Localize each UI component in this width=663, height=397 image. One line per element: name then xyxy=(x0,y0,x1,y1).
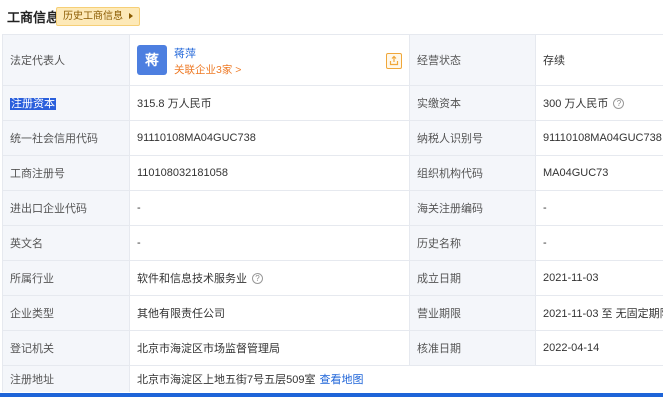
label-cell: 历史名称 xyxy=(409,225,536,261)
table-row: 注册地址 北京市海淀区上地五街7号五层509室 查看地图 xyxy=(2,365,663,392)
related-companies-link[interactable]: 关联企业3家 > xyxy=(174,62,241,77)
question-circle-icon[interactable]: ? xyxy=(252,273,263,284)
label-cell: 英文名 xyxy=(2,225,130,261)
value-cell: 其他有限责任公司 xyxy=(129,295,410,331)
label-cell: 工商注册号 xyxy=(2,155,130,191)
industry-value: 软件和信息技术服务业 xyxy=(137,273,247,285)
value-cell: 300 万人民币? xyxy=(535,85,663,121)
label-cell: 注册资本 xyxy=(2,85,130,121)
label-cell: 统一社会信用代码 xyxy=(2,120,130,156)
label-cell: 海关注册编码 xyxy=(409,190,536,226)
label-cell: 法定代表人 xyxy=(2,34,130,86)
table-row: 法定代表人 蒋 蒋萍 关联企业3家 > 经营状态 存续 xyxy=(2,34,663,86)
view-map-link[interactable]: 查看地图 xyxy=(319,374,363,386)
label-cell: 所属行业 xyxy=(2,260,130,296)
value-cell: - xyxy=(129,225,410,261)
label-cell: 企业类型 xyxy=(2,295,130,331)
history-info-label: 历史工商信息 xyxy=(63,11,123,22)
paid-capital-value: 300 万人民币 xyxy=(543,98,609,110)
share-icon[interactable] xyxy=(386,53,402,69)
value-cell: 110108032181058 xyxy=(129,155,410,191)
label-cell: 成立日期 xyxy=(409,260,536,296)
value-cell: 北京市海淀区上地五街7号五层509室 查看地图 xyxy=(129,365,663,392)
business-info-table: 法定代表人 蒋 蒋萍 关联企业3家 > 经营状态 存续 注册资本 315.8 万… xyxy=(2,34,663,392)
history-info-button[interactable]: 历史工商信息 xyxy=(56,7,140,26)
caret-right-icon xyxy=(129,13,133,19)
label-cell: 注册地址 xyxy=(2,365,130,392)
label-cell: 组织机构代码 xyxy=(409,155,536,191)
value-cell: 91110108MA04GUC738 xyxy=(535,120,663,156)
value-cell: 315.8 万人民币 xyxy=(129,85,410,121)
table-row: 英文名 - 历史名称 - xyxy=(2,225,663,261)
avatar[interactable]: 蒋 xyxy=(137,45,167,75)
bottom-accent-bar xyxy=(0,393,663,397)
value-cell: 北京市海淀区市场监督管理局 xyxy=(129,330,410,366)
legal-rep-name-link[interactable]: 蒋萍 xyxy=(174,45,196,61)
table-row: 企业类型 其他有限责任公司 营业期限 2021-11-03 至 无固定期限 xyxy=(2,295,663,331)
value-cell: 软件和信息技术服务业? xyxy=(129,260,410,296)
label-cell: 经营状态 xyxy=(409,34,536,86)
label-cell: 纳税人识别号 xyxy=(409,120,536,156)
section-title: 工商信息 xyxy=(7,10,60,25)
highlighted-label: 注册资本 xyxy=(10,98,56,110)
table-row: 工商注册号 110108032181058 组织机构代码 MA04GUC73 xyxy=(2,155,663,191)
value-cell: 91110108MA04GUC738 xyxy=(129,120,410,156)
label-cell: 登记机关 xyxy=(2,330,130,366)
label-cell: 营业期限 xyxy=(409,295,536,331)
address-value: 北京市海淀区上地五街7号五层509室 xyxy=(137,374,316,386)
table-row: 进出口企业代码 - 海关注册编码 - xyxy=(2,190,663,226)
value-cell: - xyxy=(535,225,663,261)
value-cell: MA04GUC73 xyxy=(535,155,663,191)
section-header: 工商信息 历史工商信息 xyxy=(0,0,663,30)
value-cell: - xyxy=(535,190,663,226)
table-row: 所属行业 软件和信息技术服务业? 成立日期 2021-11-03 xyxy=(2,260,663,296)
table-row: 统一社会信用代码 91110108MA04GUC738 纳税人识别号 91110… xyxy=(2,120,663,156)
value-cell: - xyxy=(129,190,410,226)
table-row: 登记机关 北京市海淀区市场监督管理局 核准日期 2022-04-14 xyxy=(2,330,663,366)
table-row: 注册资本 315.8 万人民币 实缴资本 300 万人民币? xyxy=(2,85,663,121)
question-circle-icon[interactable]: ? xyxy=(613,98,625,109)
value-cell: 2021-11-03 xyxy=(535,260,663,296)
value-cell: 2022-04-14 xyxy=(535,330,663,366)
value-cell: 2021-11-03 至 无固定期限 xyxy=(535,295,663,331)
label-cell: 核准日期 xyxy=(409,330,536,366)
label-cell: 进出口企业代码 xyxy=(2,190,130,226)
label-cell: 实缴资本 xyxy=(409,85,536,121)
legal-rep-cell: 蒋 蒋萍 关联企业3家 > xyxy=(129,34,410,86)
value-cell: 存续 xyxy=(535,34,663,86)
